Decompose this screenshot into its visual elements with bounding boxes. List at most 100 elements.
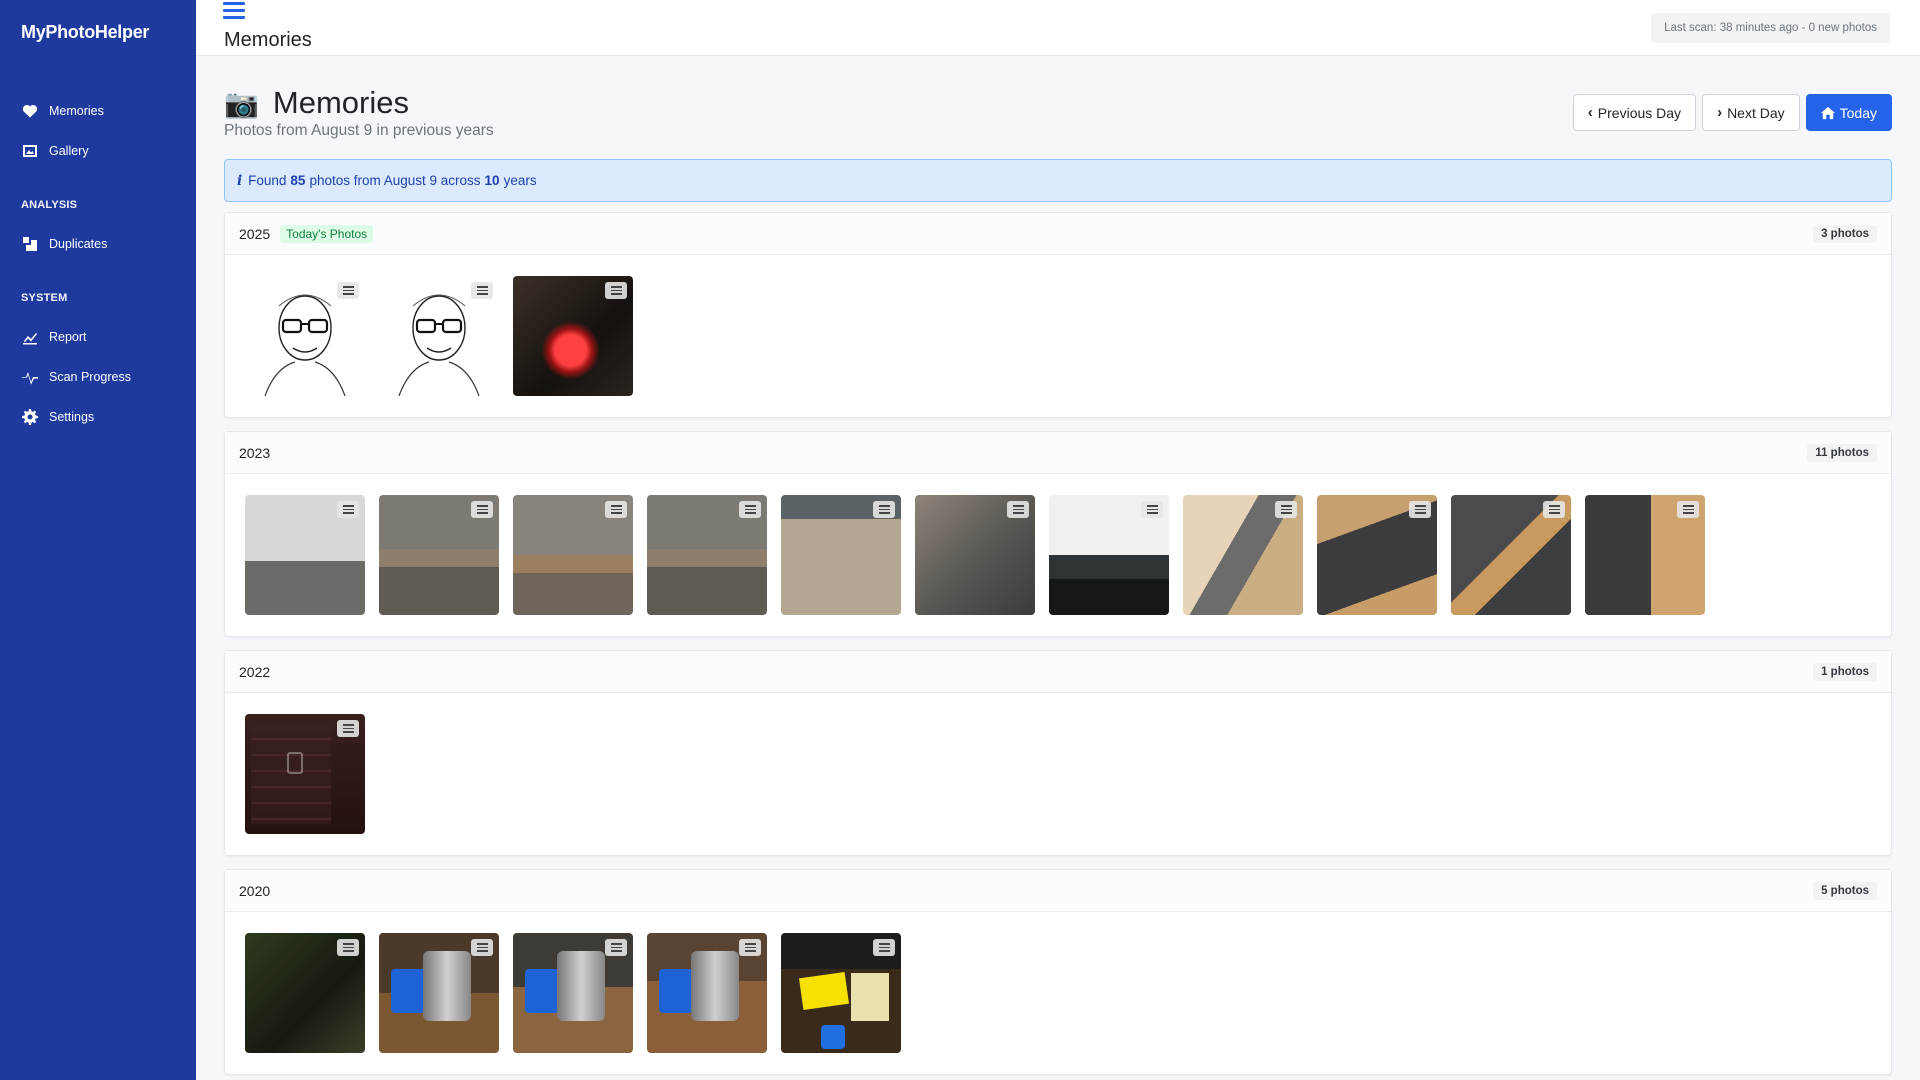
photo-menu-icon[interactable] (605, 501, 627, 518)
year-label: 2022 (239, 663, 271, 680)
year-card-2022: 2022 1 photos (224, 650, 1892, 856)
photo-thumbnail[interactable] (1049, 495, 1169, 615)
brand-logo[interactable]: MyPhotoHelper (21, 22, 149, 43)
blue-pump (821, 1025, 845, 1049)
photo-thumbnail[interactable] (245, 933, 365, 1053)
year-label: 2025 (239, 225, 271, 242)
chart-line-icon (21, 328, 39, 346)
photo-menu-icon[interactable] (471, 501, 493, 518)
photo-thumbnail[interactable] (379, 495, 499, 615)
gear-icon (21, 408, 39, 426)
photo-count-badge: 1 photos (1813, 662, 1877, 681)
year-card-2023: 2023 11 photos (224, 431, 1892, 637)
tank (691, 951, 739, 1021)
photo-menu-icon[interactable] (1543, 501, 1565, 518)
photo-thumbnail[interactable] (379, 276, 499, 396)
photo-grid (225, 474, 1891, 636)
home-icon (1820, 106, 1835, 119)
page-header: 📷 Memories (224, 85, 409, 121)
photo-menu-icon[interactable] (739, 939, 761, 956)
photo-menu-icon[interactable] (1007, 501, 1029, 518)
sidebar-item-duplicates[interactable]: Duplicates (21, 232, 107, 256)
section-analysis: ANALYSIS (21, 199, 78, 211)
menu-toggle-icon[interactable] (223, 2, 245, 20)
tank (423, 951, 471, 1021)
photo-thumbnail[interactable] (647, 495, 767, 615)
photo-thumbnail[interactable] (245, 495, 365, 615)
next-day-button[interactable]: › Next Day (1702, 94, 1800, 131)
sidebar-item-label: Duplicates (49, 237, 108, 251)
section-system: SYSTEM (21, 292, 68, 304)
photo-grid (225, 693, 1891, 855)
today-photos-badge: Today's Photos (280, 224, 374, 243)
blue-pump (525, 969, 559, 1013)
blue-pump (391, 969, 425, 1013)
sidebar-item-gallery[interactable]: Gallery (21, 139, 89, 163)
year-card-2025: 2025 Today's Photos 3 photos (224, 212, 1892, 418)
photo-thumbnail[interactable] (781, 495, 901, 615)
scan-status-badge: Last scan: 38 minutes ago - 0 new photos (1651, 13, 1890, 43)
photo-menu-icon[interactable] (471, 939, 493, 956)
sidebar-item-scan-progress[interactable]: Scan Progress (21, 365, 131, 389)
sidebar-item-label: Gallery (49, 144, 89, 158)
playlist-rows (251, 724, 331, 824)
photo-menu-icon[interactable] (337, 501, 359, 518)
info-icon: i (237, 172, 243, 189)
year-card-header: 2025 Today's Photos 3 photos (225, 213, 1891, 255)
found-photos-alert: i Found 85 photos from August 9 across 1… (224, 159, 1892, 202)
photo-menu-icon[interactable] (337, 720, 359, 737)
photo-menu-icon[interactable] (1141, 501, 1163, 518)
next-day-label: Next Day (1727, 104, 1785, 121)
alert-end-text: years (503, 173, 537, 188)
sidebar-item-memories[interactable]: Memories (21, 99, 104, 123)
day-navigation: ‹ Previous Day › Next Day Today (1572, 94, 1892, 131)
photo-menu-icon[interactable] (605, 939, 627, 956)
photo-menu-icon[interactable] (337, 939, 359, 956)
warning-label (798, 971, 850, 1011)
photo-thumbnail[interactable] (513, 276, 633, 396)
photo-count-badge: 3 photos (1813, 224, 1877, 243)
photo-thumbnail[interactable] (1451, 495, 1571, 615)
sidebar-item-settings[interactable]: Settings (21, 405, 94, 429)
alert-mid-text: photos from August 9 across (309, 173, 481, 188)
year-card-header: 2020 5 photos (225, 870, 1891, 912)
chevron-left-icon: ‹ (1587, 104, 1593, 121)
year-card-2020: 2020 5 photos (224, 869, 1892, 1075)
photo-thumbnail[interactable] (781, 933, 901, 1053)
photo-thumbnail[interactable] (1585, 495, 1705, 615)
photo-thumbnail[interactable] (915, 495, 1035, 615)
sidebar: MyPhotoHelper Memories Gallery ANALYSIS … (0, 0, 196, 1080)
image-icon (21, 142, 39, 160)
photo-thumbnail[interactable] (245, 276, 365, 396)
photo-count-badge: 11 photos (1807, 443, 1877, 462)
photo-menu-icon[interactable] (873, 939, 895, 956)
photo-thumbnail[interactable] (513, 495, 633, 615)
heart-icon (21, 102, 39, 120)
photo-menu-icon[interactable] (873, 501, 895, 518)
sidebar-item-label: Report (49, 330, 87, 344)
photo-thumbnail[interactable] (513, 933, 633, 1053)
today-label: Today (1839, 104, 1877, 121)
photo-menu-icon[interactable] (337, 282, 359, 299)
photo-thumbnail[interactable] (1317, 495, 1437, 615)
sidebar-item-report[interactable]: Report (21, 325, 87, 349)
year-label: 2020 (239, 882, 271, 899)
photo-menu-icon[interactable] (1275, 501, 1297, 518)
photo-menu-icon[interactable] (471, 282, 493, 299)
photo-thumbnail[interactable] (245, 714, 365, 834)
today-button[interactable]: Today (1805, 94, 1892, 131)
page-subtitle: Photos from August 9 in previous years (224, 122, 494, 139)
year-label: 2023 (239, 444, 271, 461)
photo-menu-icon[interactable] (739, 501, 761, 518)
duplicates-icon (21, 235, 39, 253)
photo-thumbnail[interactable] (647, 933, 767, 1053)
photo-menu-icon[interactable] (1677, 501, 1699, 518)
previous-day-button[interactable]: ‹ Previous Day (1572, 94, 1697, 131)
photo-menu-icon[interactable] (1409, 501, 1431, 518)
photo-thumbnail[interactable] (1183, 495, 1303, 615)
year-card-header: 2023 11 photos (225, 432, 1891, 474)
photo-menu-icon[interactable] (605, 282, 627, 299)
photo-thumbnail[interactable] (379, 933, 499, 1053)
chevron-right-icon: › (1717, 104, 1723, 121)
alert-year-count: 10 (484, 173, 500, 188)
